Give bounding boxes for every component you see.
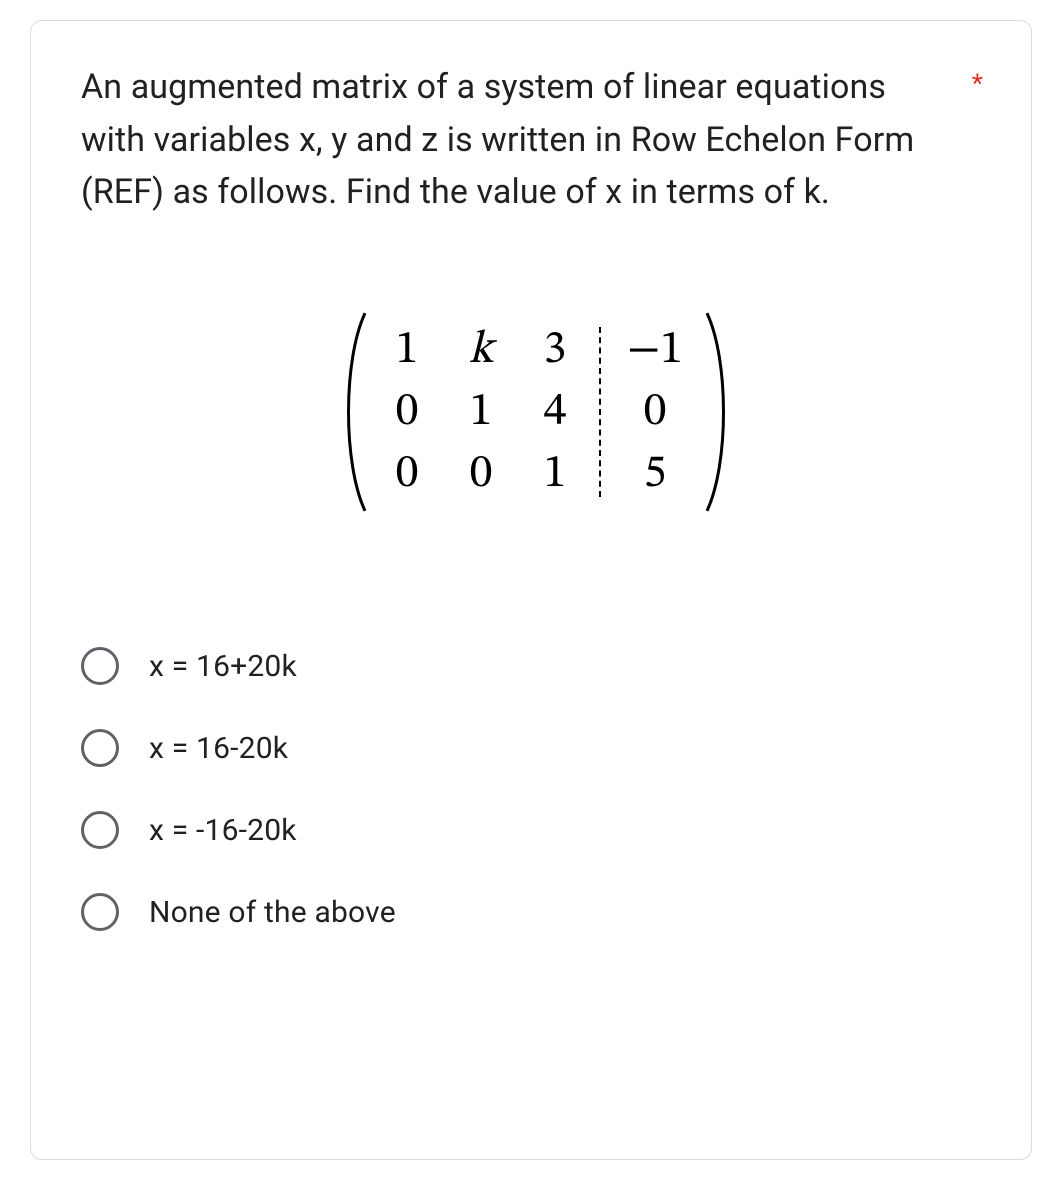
matrix-cell: 0	[644, 389, 667, 435]
matrix-cell: 5	[644, 451, 667, 497]
left-paren-icon	[337, 309, 369, 515]
matrix-cell: 0	[470, 451, 493, 497]
radio-icon[interactable]	[81, 647, 119, 685]
matrix-cell: 1	[396, 327, 419, 373]
matrix-cell: 3	[544, 327, 567, 373]
matrix-cell: 0	[396, 389, 419, 435]
options-group: x = 16+20k x = 16-20k x = -16-20k None o…	[81, 625, 991, 953]
option-4[interactable]: None of the above	[81, 871, 991, 953]
matrix-cell: 0	[396, 451, 419, 497]
matrix-display: 1 k 3 0 1 4 0 0 1 −1 0 5	[81, 309, 991, 515]
right-paren-icon	[703, 309, 735, 515]
matrix-cell: 1	[544, 451, 567, 497]
radio-icon[interactable]	[81, 811, 119, 849]
option-label: x = 16-20k	[149, 731, 288, 766]
option-2[interactable]: x = 16-20k	[81, 707, 991, 789]
augment-divider	[599, 327, 601, 497]
matrix-cell: k	[469, 327, 494, 373]
matrix-cell: 1	[470, 389, 493, 435]
radio-icon[interactable]	[81, 729, 119, 767]
matrix-augment: −1 0 5	[615, 319, 695, 505]
matrix-cell: −1	[627, 327, 683, 373]
option-3[interactable]: x = -16-20k	[81, 789, 991, 871]
option-label: None of the above	[149, 895, 396, 930]
option-1[interactable]: x = 16+20k	[81, 625, 991, 707]
question-card: * An augmented matrix of a system of lin…	[30, 20, 1032, 1160]
matrix-coeffs: 1 k 3 0 1 4 0 0 1	[377, 319, 585, 505]
required-star: *	[972, 69, 983, 99]
option-label: x = 16+20k	[149, 649, 297, 684]
radio-icon[interactable]	[81, 893, 119, 931]
option-label: x = -16-20k	[149, 813, 297, 848]
matrix-cell: 4	[544, 389, 567, 435]
question-text: An augmented matrix of a system of linea…	[81, 61, 991, 219]
